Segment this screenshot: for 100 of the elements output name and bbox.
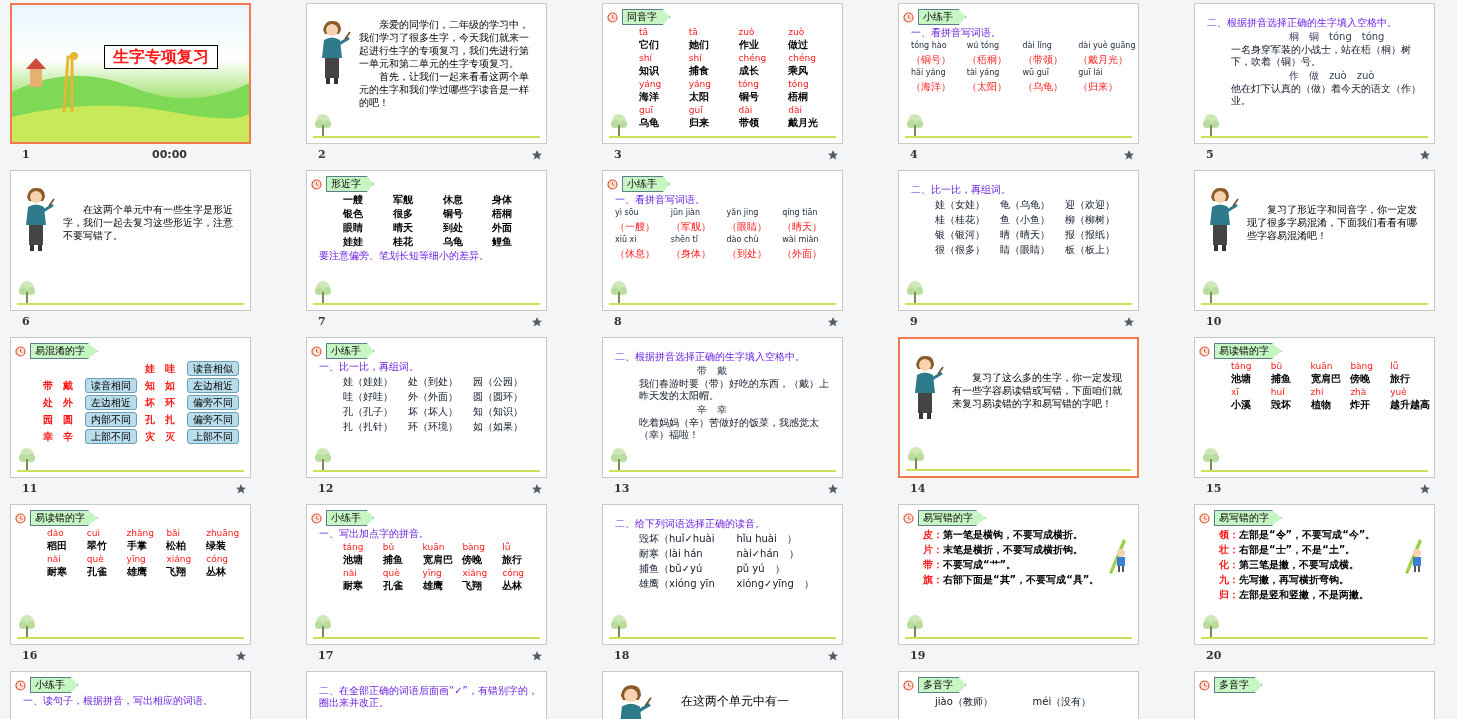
word-text: 耐寒 xyxy=(47,566,68,578)
compare-text: 板（板上） xyxy=(1065,243,1116,256)
tree-icon xyxy=(313,113,333,137)
word-text: 小溪 xyxy=(1231,399,1252,411)
speech-text: 复习了形近字和同音字，你一定发现了很多字易混淆，下面我们看看有哪些字容易混淆吧！ xyxy=(1247,203,1418,242)
reading-option-text: 毁坏（huǐ✓huài xyxy=(639,532,716,545)
section-tag: 小练手 xyxy=(918,9,966,25)
slide-thumbnail[interactable]: 小练手 一、读句子，根据拼音，写出相应的词语。 xyxy=(10,671,251,719)
slide-thumbnail[interactable]: 易写错的字 领：左部是“令”，不要写成“今”。 壮：右部是“士”，不是“土”。 化：第三笔是撇，不要写成横。 九：先写撇，再写横折弯钩。 归：左部是竖和竖撇，不是两撇。 xyxy=(1194,504,1435,645)
word-text: 傍晚 xyxy=(1350,373,1372,385)
pinyin-text: bàng xyxy=(1350,361,1375,371)
compare-text: 坏（坏人） xyxy=(408,405,459,418)
hint-label: 偏旁不同 xyxy=(187,395,239,410)
slide-thumbnail[interactable]: 二、根据拼音选择正确的生字填入空格中。 桐 铜 tóng tóng 一名身穿军装的小战士，站在梧（桐）树下，吹着（铜）号。 作 做 zuò zuò 他在灯下认真的（做）着今天的语文（作）业。 xyxy=(1194,3,1435,144)
slide-thumbnail[interactable]: 小练手 一、比一比，再组词。 娃（娃娃） 处（到处） 园（公园） 哇（好哇） 外（外面） 圆（圆环） 孔（孔子） 坏（坏人） 知（知识） 扎（扎针） 环（环境） 如（如果） xyxy=(306,337,547,478)
tree-icon xyxy=(609,614,629,638)
word-text: 外面 xyxy=(492,222,514,234)
section-tag: 易读错的字 xyxy=(1214,343,1282,359)
slide-thumbnail[interactable]: 形近字 一艘 军舰 休息 身体 银色 很多 铜号 梧桐 眼睛 晴天 到处 外面 娃娃 桂花 乌龟 鲤鱼 要注意偏旁、笔划长短等细小的差异。 xyxy=(306,170,547,311)
hint-text: 桐 铜 tóng tóng xyxy=(1288,31,1386,42)
clock-icon xyxy=(15,679,26,691)
clock-icon xyxy=(903,11,914,23)
word-text: 梧桐 xyxy=(492,208,514,220)
word-text: 乌龟 xyxy=(442,236,464,248)
answer-text: （梧桐） xyxy=(966,53,1008,66)
pinyin-text: dài xyxy=(738,105,754,115)
slide-thumbnail[interactable]: 小练手 一、看拼音写词语。 tóng hào wú tóng dài lǐng dài yuè guāng （铜号） （梧桐） （带领） （戴月光） hǎi yáng tài yáng wū guī guī lái （海洋） （太阳） （乌龟） （归来） xyxy=(898,3,1139,144)
hint-label: 偏旁不同 xyxy=(187,412,239,427)
answer-text: （晴天） xyxy=(782,220,824,233)
slide-number: 9 xyxy=(910,313,918,330)
slide-thumbnail[interactable]: 易写错的字 皮：第一笔是横钩，不要写成横折。 片：末笔是横折，不要写成横折钩。 带：不要写成“艹”。 旗：右部下面是“其”，不要写成“具”。 xyxy=(898,504,1139,645)
word-text: 翠竹 xyxy=(86,540,108,552)
slide-number: 11 xyxy=(22,480,38,497)
slide-thumbnail[interactable]: 二、在全部正确的词语后面画“✓”，有错别字的，圈出来并改正。 xyxy=(306,671,547,719)
slide-thumbnail[interactable]: 小练手 一、写出加点字的拼音。 táng bǔ kuān bàng lǚ 池塘 捕鱼 宽肩巴 傍晚 旅行 nài què yīng xiáng cóng 耐寒 孔雀 雄鹰 飞翔 丛林 xyxy=(306,504,547,645)
word-text: 作业 xyxy=(738,39,760,51)
slide-number: 16 xyxy=(22,647,38,664)
slide-number: 1 xyxy=(22,146,30,163)
slide-thumbnail[interactable]: 在这两个单元中有一些生字是形近字，我们一起去复习这些形近字，注意不要写错了。 xyxy=(10,170,251,311)
pinyin-text: dài lǐng xyxy=(1022,41,1053,51)
compare-text: méi（没有） xyxy=(1032,695,1093,708)
tree-icon xyxy=(609,280,629,304)
slide-thumbnail[interactable]: 生字专项复习 xyxy=(10,3,251,144)
section-tag: 多音字 xyxy=(918,677,966,693)
slide-thumbnail[interactable]: 多音字 xyxy=(1194,671,1435,719)
section-tag: 小练手 xyxy=(30,677,78,693)
pinyin-text: táng xyxy=(1231,361,1253,371)
compare-text: 银（银河） xyxy=(935,228,986,241)
slide-thumbnail[interactable]: 二、比一比，再组词。 娃（女娃） 龟（乌龟） 迎（欢迎） 桂（桂花） 鱼（小鱼） 柳（柳树） 银（银河） 晴（晴天） 报（报纸） 很（很多） 睛（眼睛） 板（板上） xyxy=(898,170,1139,311)
character-text: 九： xyxy=(1219,573,1239,586)
compare-text: 如（如果） xyxy=(473,420,524,433)
compare-text: 很（很多） xyxy=(935,243,986,256)
word-text: 很多 xyxy=(392,208,414,220)
slide-thumbnail[interactable]: 易读错的字 dào cuì zhǎng bǎi zhuāng 稻田 翠竹 手掌 松柏 绿装 nài què yīng xiáng cóng 耐寒 孔雀 雄鹰 飞翔 丛林 xyxy=(10,504,251,645)
compare-text: 桂（桂花） xyxy=(935,213,986,226)
slide-title: 生字专项复习 xyxy=(103,45,218,69)
word-text: 耐寒 xyxy=(343,580,364,592)
word-text: 戴月光 xyxy=(788,117,820,129)
slide-number: 14 xyxy=(910,480,926,497)
tree-icon xyxy=(609,447,629,471)
sentence-text: 吃着妈妈（辛）苦做好的饭菜，我感觉太（幸）福啦！ xyxy=(638,417,820,441)
slide-thumbnail[interactable]: 复习了这么多的生字，你一定发现有一些字容易读错或写错，下面咱们就来复习易读错的字和易写错的字吧！ xyxy=(898,337,1139,478)
pinyin-text: xī xyxy=(1231,387,1240,397)
pinyin-text: zhí xyxy=(1310,387,1325,397)
character-pair-text: 幸 辛 xyxy=(43,430,74,443)
section-tag: 多音字 xyxy=(1214,677,1262,693)
slide-thumbnail[interactable]: 亲爱的同学们，二年级的学习中，我们学习了很多生字，今天我们就来一起进行生字的专项复习，我们先进行第一单元和第二单元的生字专项复习。 首先，让我们一起来看看这两个单元的生字和我们学过哪些字读音是一样的吧！ xyxy=(306,3,547,144)
reading-option-text: hǐu huài ） xyxy=(736,532,798,545)
hint-label: 内部不同 xyxy=(85,412,137,427)
hint-label: 上部不同 xyxy=(187,429,239,444)
hint-label: 读音相似 xyxy=(187,361,239,376)
pinyin-text: tā xyxy=(688,27,699,37)
slide-thumbnail[interactable]: 小练手 一、看拼音写词语。 yì sōu jūn jiàn yǎn jing qíng tiān （一艘） （军舰） （眼睛） （晴天） xiū xi shēn tǐ dào chù wài miàn （休息） （身体） （到处） （外面） xyxy=(602,170,843,311)
pinyin-text: nài xyxy=(47,554,62,564)
slide-thumbnail[interactable]: 易读错的字 táng bǔ kuān bàng lǚ 池塘 捕鱼 宽肩巴 傍晚 旅行 xī huǐ zhí zhà yuè 小溪 毁坏 植物 炸开 越升越高 xyxy=(1194,337,1435,478)
slide-thumbnail[interactable]: 同音字 tā tā zuò zuò 它们 她们 作业 做过 shí shí chéng chéng 知识 捕食 成长 乘风 yáng yáng tóng tóng 海洋 太阳 铜号 梧桐 guī guī dài dài 乌龟 归来 带领 戴月光 xyxy=(602,3,843,144)
reading-option-text: 耐寒（lài hán xyxy=(639,547,704,560)
slide-thumbnail[interactable]: 二、根据拼音选择正确的生字填入空格中。 带 戴 我们春游时要（带）好吃的东西，（戴）上昨天发的太阳帽。 辛 幸 吃着妈妈（辛）苦做好的饭菜，我感觉太（幸）福啦！ xyxy=(602,337,843,478)
instruction-text: 二、给下列词语选择正确的读音。 xyxy=(614,518,766,530)
speech-text: 首先，让我们一起来看看这两个单元的生字和我们学过哪些字读音是一样的吧！ xyxy=(359,70,530,109)
section-tag: 易混淆的字 xyxy=(30,343,98,359)
word-text: 铜号 xyxy=(442,208,464,220)
tree-icon xyxy=(17,447,37,471)
rule-text: 左部是竖和竖撇，不是两撇。 xyxy=(1239,588,1369,601)
slide-thumbnail[interactable]: 易混淆的字 娃 哇 读音相似 带 戴 读音相同 知 如 左边相近 处 外 左边相近 坏 环 偏旁不同 园 圆 内部不同 孔 扎 偏旁不同 幸 辛 上部不同 灾 灭 上部不同 xyxy=(10,337,251,478)
slide-thumbnail[interactable]: 二、给下列词语选择正确的读音。 毁坏（huǐ✓huài hǐu huài ） 耐寒（lài hán nài✓hán ） 捕鱼（bǔ✓yú pǔ yú ） 雄鹰（xióng yīn xióng✓yīng ） xyxy=(602,504,843,645)
slide-thumbnail[interactable]: 复习了形近字和同音字，你一定发现了很多字易混淆，下面我们看看有哪些字容易混淆吧！ xyxy=(1194,170,1435,311)
hint-label: 上部不同 xyxy=(85,429,137,444)
instruction-text: 一、看拼音写词语。 xyxy=(614,194,706,206)
character-text: 化： xyxy=(1219,558,1239,571)
pinyin-text: bǔ xyxy=(382,542,396,552)
tree-icon xyxy=(905,614,925,638)
slide-thumbnail[interactable]: 多音字 jiào（教师） méi（没有） xyxy=(898,671,1139,719)
clock-icon xyxy=(1199,512,1210,524)
pinyin-text: wú tóng xyxy=(966,41,1001,51)
compare-text: 外（外面） xyxy=(408,390,459,403)
instruction-text: 二、根据拼音选择正确的生字填入空格中。 xyxy=(614,351,806,363)
section-tag: 形近字 xyxy=(326,176,374,192)
word-text: 到处 xyxy=(442,222,464,234)
slide-thumbnail[interactable]: 在这两个单元中有一 xyxy=(602,671,843,719)
